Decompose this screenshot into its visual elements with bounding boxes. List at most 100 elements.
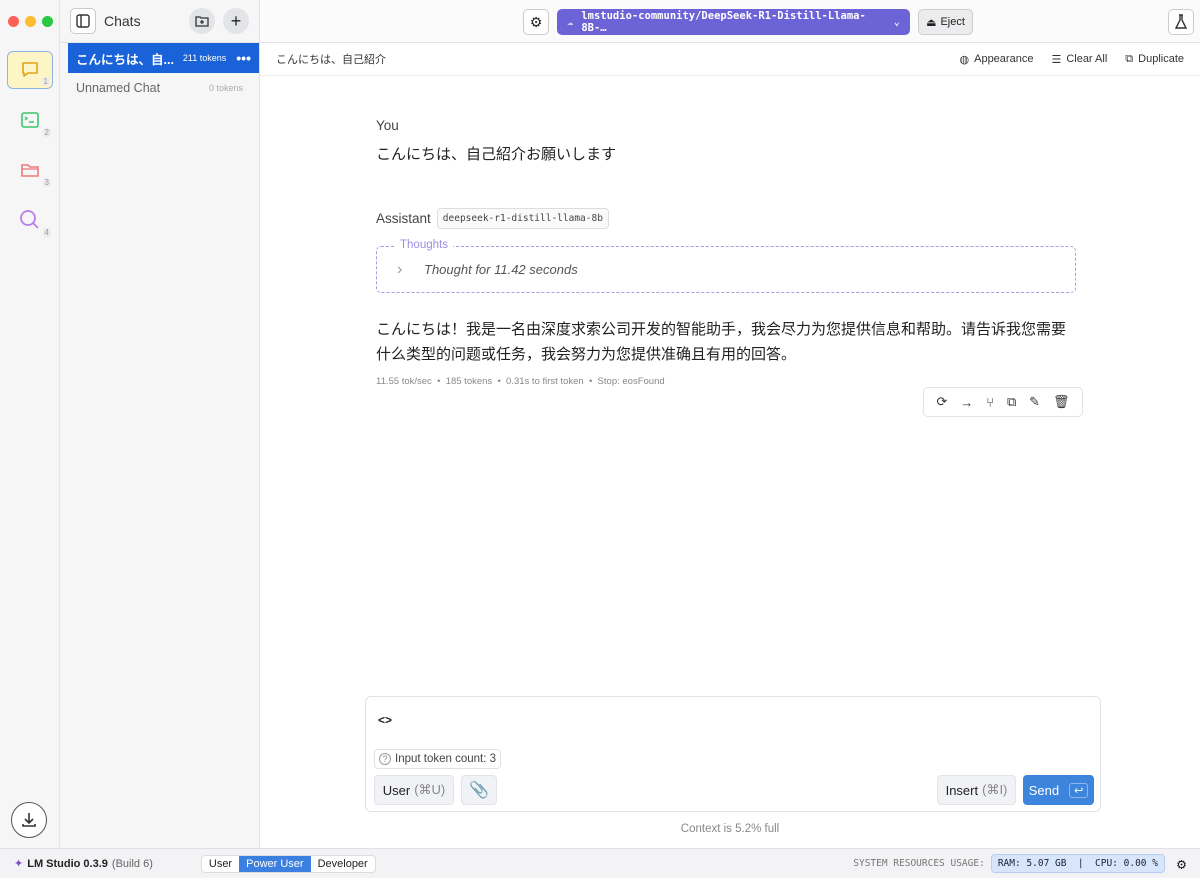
lm-studio-logo-icon: ✦ (14, 858, 24, 870)
insert-button[interactable]: Insert (⌘I) (937, 775, 1016, 805)
appearance-label: Appearance (974, 53, 1034, 65)
insert-label: Insert (945, 782, 979, 798)
appearance-button[interactable]: ◍ Appearance (960, 53, 1034, 66)
shortcut-badge: 1 (41, 77, 50, 86)
model-icon: ☁ (567, 16, 574, 28)
return-icon: ↩ (1069, 782, 1089, 798)
generation-stats: 11.55 tok/sec • 185 tokens • 0.31s to fi… (376, 376, 665, 387)
insert-shortcut: (⌘I) (982, 782, 1008, 797)
chat-list-panel: Chats + こんにちは、自... 211 tokens ••• Unname… (60, 0, 260, 848)
terminal-icon (21, 112, 39, 128)
eject-icon: ⏏ (926, 16, 937, 29)
gear-icon[interactable]: ⚙ (1177, 855, 1186, 873)
role-toggle-button[interactable]: User (⌘U) (374, 775, 454, 805)
context-usage: Context is 5.2% full (680, 823, 780, 835)
chat-token-count: 0 tokens (208, 83, 243, 93)
status-bar: ✦ LM Studio 0.3.9 (Build 6) User Power U… (0, 848, 1200, 878)
toggle-sidebar-button[interactable] (70, 8, 96, 34)
chat-title: Unnamed Chat (76, 81, 161, 95)
sidebar-item-chat[interactable]: 1 (7, 51, 53, 89)
sidebar-item-models[interactable]: 3 (7, 151, 53, 189)
thoughts-block[interactable]: Thoughts › Thought for 11.42 seconds (376, 239, 1076, 293)
assistant-label: Assistant (376, 211, 431, 226)
send-button[interactable]: Send ↩ (1023, 775, 1094, 805)
zoom-window-button[interactable] (42, 16, 53, 27)
trash-icon[interactable]: 🗑 (1053, 394, 1070, 410)
attach-button[interactable]: 📎 (461, 775, 497, 805)
settings-button[interactable]: ⚙ (523, 9, 549, 35)
clear-icon: ☰ (1051, 53, 1062, 66)
user-label: You (376, 118, 399, 133)
flask-icon (1174, 14, 1188, 29)
search-icon (20, 210, 39, 229)
chat-title: こんにちは、自... (76, 52, 174, 67)
plus-icon: + (230, 10, 242, 31)
download-icon (22, 813, 36, 827)
user-message: こんにちは、自己紹介お願いします (376, 146, 617, 163)
resources-label: SYSTEM RESOURCES USAGE: (853, 858, 985, 869)
folder-icon (21, 164, 39, 177)
close-window-button[interactable] (8, 16, 19, 27)
regenerate-icon[interactable]: ⟳ (936, 394, 947, 410)
mode-switcher: User Power User Developer (200, 854, 376, 873)
message-toolbar: ⟳ → ⑂ ⧉ ✎ 🗑 (923, 387, 1083, 417)
message-input[interactable]: <> (378, 713, 392, 727)
shortcut-badge: 3 (42, 178, 51, 187)
model-tag: deepseek-r1-distill-llama-8b (436, 208, 609, 229)
duplicate-icon: ⧉ (1125, 52, 1134, 65)
icon-rail: 1 2 3 4 (0, 0, 60, 848)
eject-label: Eject (940, 16, 965, 28)
app-version: LM Studio 0.3.9 (27, 857, 108, 870)
chat-list-item[interactable]: こんにちは、自... 211 tokens ••• (68, 43, 259, 73)
chat-token-count: 211 tokens (182, 53, 227, 63)
model-selector[interactable]: ☁ lmstudio-community/DeepSeek-R1-Distill… (557, 9, 910, 35)
duplicate-button[interactable]: ⧉ Duplicate (1125, 53, 1184, 66)
gear-icon: ⚙ (529, 13, 543, 30)
sidebar-item-discover[interactable]: 4 (7, 201, 53, 239)
message-composer: <> ? Input token count: 3 User (⌘U) 📎 Ins… (365, 696, 1101, 812)
window-controls (8, 16, 53, 27)
download-button[interactable] (11, 802, 47, 838)
more-options-icon[interactable]: ••• (236, 50, 251, 66)
clear-all-label: Clear All (1066, 53, 1108, 65)
new-folder-button[interactable] (189, 8, 215, 34)
chat-title-header[interactable]: こんにちは、自己紹介 (276, 51, 386, 67)
duplicate-label: Duplicate (1138, 53, 1184, 65)
copy-icon[interactable]: ⧉ (1007, 394, 1016, 410)
clear-all-button[interactable]: ☰ Clear All (1051, 53, 1107, 66)
send-label: Send (1028, 782, 1060, 798)
token-count-label: Input token count: 3 (395, 753, 497, 765)
minimize-window-button[interactable] (25, 16, 36, 27)
palette-icon: ◍ (959, 53, 970, 66)
main-panel: ⚙ ☁ lmstudio-community/DeepSeek-R1-Disti… (260, 0, 1200, 848)
edit-icon[interactable]: ✎ (1029, 394, 1040, 410)
role-shortcut: (⌘U) (414, 782, 446, 797)
folder-plus-icon (195, 16, 209, 27)
new-chat-button[interactable]: + (223, 8, 249, 34)
mode-user[interactable]: User (202, 856, 239, 872)
help-icon: ? (379, 753, 391, 765)
shortcut-badge: 2 (42, 128, 51, 137)
chevron-down-icon: ⌄ (893, 16, 900, 28)
thoughts-label: Thoughts (395, 239, 453, 251)
thought-summary: Thought for 11.42 seconds (424, 262, 578, 277)
resources-usage[interactable]: RAM: 5.07 GB | CPU: 0.00 % (990, 854, 1165, 873)
branch-icon[interactable]: ⑂ (986, 395, 994, 410)
chat-bubble-icon (22, 62, 38, 77)
continue-icon[interactable]: → (960, 395, 973, 410)
eject-button[interactable]: ⏏ Eject (918, 9, 973, 35)
shortcut-badge: 4 (42, 228, 51, 237)
input-token-count: ? Input token count: 3 (374, 749, 502, 769)
role-label: User (382, 782, 411, 798)
paperclip-icon: 📎 (469, 782, 489, 799)
chat-list-item[interactable]: Unnamed Chat 0 tokens (68, 73, 251, 103)
model-name: lmstudio-community/DeepSeek-R1-Distill-L… (581, 10, 866, 34)
assistant-message: こんにちは！我是一名由深度求索公司开发的智能助手，我会尽力为您提供信息和帮助。请… (376, 321, 1067, 363)
sidebar-item-developer[interactable]: 2 (7, 101, 53, 139)
sidebar-icon (76, 14, 90, 28)
chevron-right-icon[interactable]: › (397, 261, 402, 279)
mode-developer[interactable]: Developer (311, 856, 375, 872)
chats-title: Chats (104, 13, 141, 29)
lab-button[interactable] (1168, 9, 1194, 35)
mode-power-user[interactable]: Power User (239, 855, 311, 872)
